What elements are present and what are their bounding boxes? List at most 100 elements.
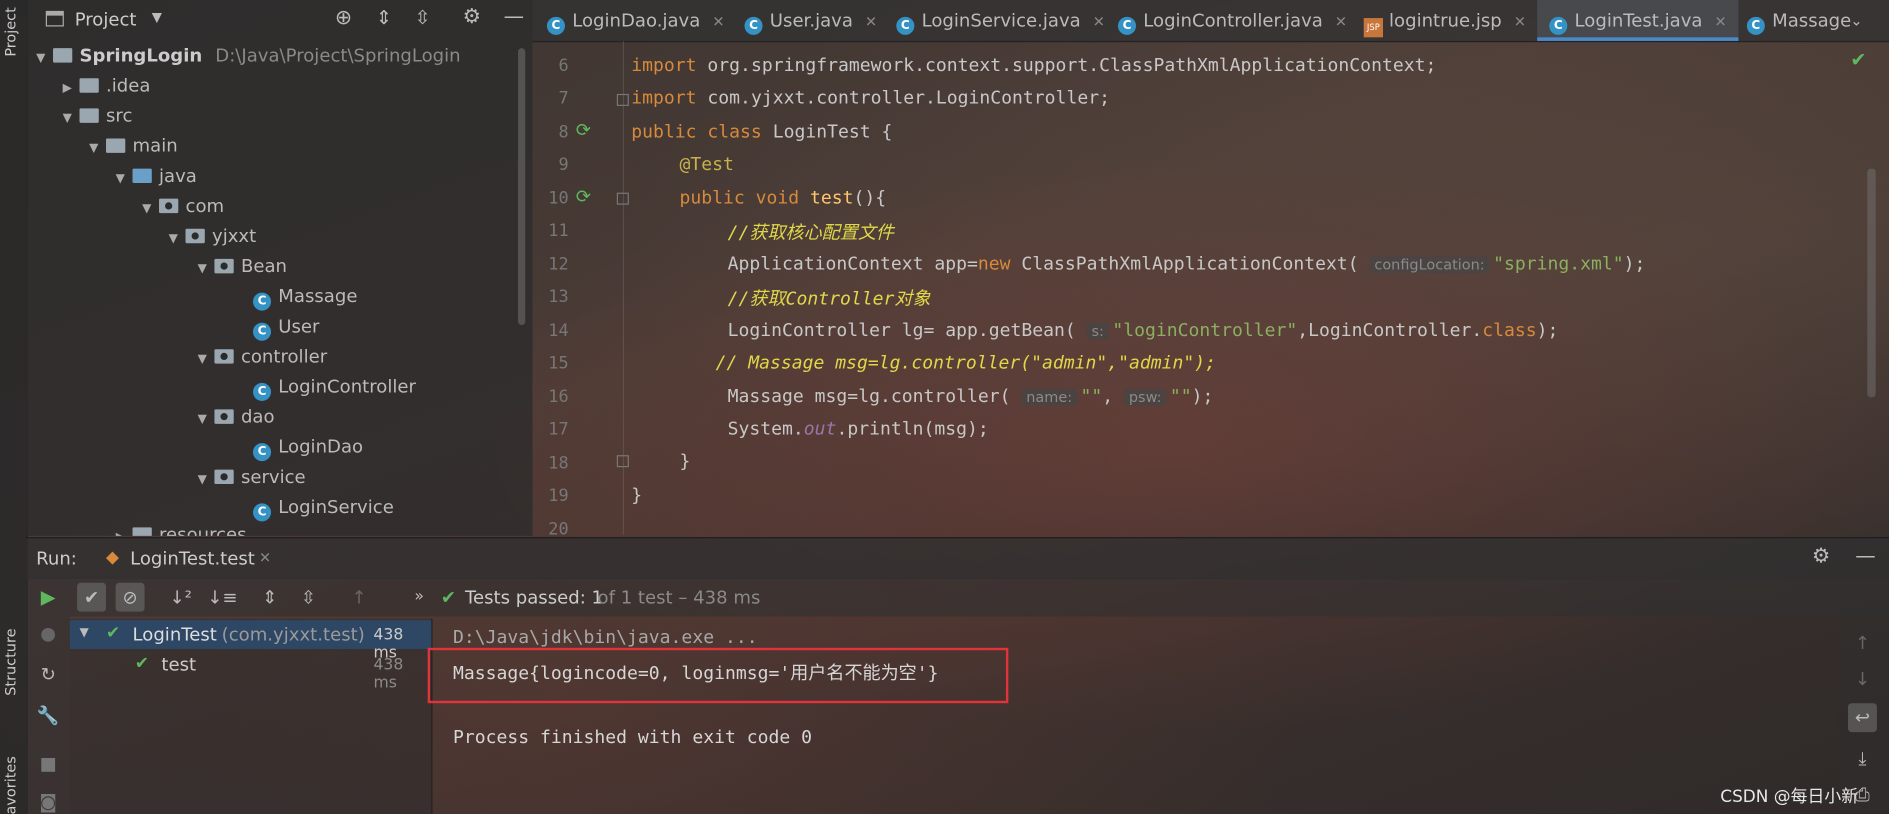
tree-root[interactable]: ▼ SpringLogin D:\Java\Project\SpringLogin	[36, 41, 460, 70]
collapse-all-icon[interactable]: ⇳	[294, 583, 323, 612]
hide-panel-icon[interactable]: —	[504, 5, 524, 29]
code-line-11[interactable]: //获取核心配置文件	[631, 219, 894, 244]
code-line-7[interactable]: import com.yjxxt.controller.LoginControl…	[631, 87, 1110, 109]
test-name: test	[161, 653, 197, 676]
scroll-down-icon[interactable]: ↓	[1848, 665, 1877, 694]
code-line-12[interactable]: ApplicationContext app=new ClassPathXmlA…	[631, 253, 1646, 275]
show-passed-icon[interactable]: ✔	[77, 582, 107, 612]
tree-item-java[interactable]: ▼ java	[116, 161, 197, 190]
code-line-9[interactable]: @Test	[631, 153, 733, 175]
chevron-down-icon[interactable]: ▼	[63, 105, 80, 134]
chevron-down-icon[interactable]: ▼	[198, 346, 215, 375]
tree-item-dao[interactable]: ▼ dao	[198, 402, 275, 431]
scroll-up-icon[interactable]: ↑	[1848, 629, 1877, 658]
chevron-down-icon[interactable]: ▼	[169, 225, 186, 254]
tab-logindao[interactable]: C LoginDao.java ✕	[546, 0, 724, 41]
test-row-logintest[interactable]: ▼ ✔ LoginTest (com.yjxxt.test) 438 ms	[69, 620, 432, 662]
camera-icon[interactable]: ◙	[34, 787, 63, 813]
project-panel-title[interactable]: Project	[75, 8, 137, 30]
code-line-17[interactable]: System.out.println(msg);	[631, 418, 989, 440]
close-icon[interactable]: ✕	[1093, 13, 1105, 30]
chevron-down-icon[interactable]: ▼	[142, 195, 159, 224]
code-line-6[interactable]: import org.springframework.context.suppo…	[631, 54, 1436, 76]
chevron-right-icon[interactable]: ▶	[116, 524, 133, 536]
chevron-down-icon[interactable]: ⌄	[1850, 0, 1862, 41]
run-test-class-icon[interactable]: ⟳	[576, 119, 591, 141]
tree-item-yjxxt[interactable]: ▼ yjxxt	[169, 222, 257, 251]
gear-icon[interactable]: ⚙	[1812, 544, 1830, 568]
sort-alpha-icon[interactable]: ↓²	[166, 583, 195, 612]
tree-item-idea[interactable]: ▶ .idea	[63, 71, 151, 100]
hide-panel-icon[interactable]: —	[1855, 544, 1875, 568]
tab-logintest[interactable]: C LoginTest.java ✕	[1537, 0, 1739, 41]
chevron-down-icon[interactable]: ▼	[36, 45, 53, 74]
code-line-10[interactable]: public void test(){	[631, 187, 886, 209]
inspection-ok-icon[interactable]: ✔	[1850, 48, 1866, 71]
tree-item-service[interactable]: ▼ service	[198, 462, 306, 491]
code-line-14[interactable]: LoginController lg= app.getBean( s: "logi…	[631, 319, 1559, 341]
chevron-down-icon[interactable]: ▼	[89, 135, 106, 164]
code-line-18[interactable]: }	[631, 450, 690, 472]
tab-logincontroller[interactable]: C LoginController.java ✕	[1117, 0, 1347, 41]
tree-item-main[interactable]: ▼ main	[89, 131, 178, 160]
tab-logintrue-jsp[interactable]: JSP logintrue.jsp ✕	[1363, 0, 1526, 41]
code-line-16[interactable]: Massage msg=lg.controller( name: "", psw:…	[631, 385, 1214, 407]
chevron-down-icon[interactable]: ▼	[80, 626, 89, 639]
pin-icon[interactable]: ■	[34, 749, 63, 778]
tree-item-logincontroller[interactable]: C LoginController	[252, 372, 416, 401]
expand-all-icon[interactable]: ⇕	[255, 583, 284, 612]
expand-all-icon[interactable]: ⇕	[376, 6, 392, 29]
rerun-icon[interactable]: ▶	[34, 583, 63, 612]
close-icon[interactable]: ✕	[1335, 13, 1347, 30]
wrench-icon[interactable]: 🔧	[34, 701, 63, 730]
tab-loginservice[interactable]: C LoginService.java ✕	[896, 0, 1105, 41]
tree-item-loginservice[interactable]: C LoginService	[252, 492, 394, 522]
tree-item-massage[interactable]: C Massage	[252, 282, 357, 311]
sort-duration-icon[interactable]: ↓≡	[207, 583, 237, 612]
more-icon[interactable]: »	[405, 583, 434, 612]
code-token: 获取核心配置文件	[749, 221, 894, 244]
chevron-down-icon[interactable]: ▼	[198, 255, 215, 284]
scroll-to-end-icon[interactable]: ⤓	[1848, 744, 1877, 773]
tree-item-controller[interactable]: ▼ controller	[198, 342, 328, 371]
chevron-right-icon[interactable]: ▶	[63, 75, 80, 104]
chevron-down-icon[interactable]: ▼	[198, 466, 215, 495]
close-icon[interactable]: ✕	[865, 13, 877, 30]
previous-failed-icon[interactable]: ↑	[345, 583, 374, 612]
code-line-19[interactable]: }	[631, 484, 642, 506]
gear-icon[interactable]: ⚙	[463, 5, 481, 29]
rerun-failed-icon[interactable]: ↻	[34, 660, 63, 689]
tab-massage[interactable]: C Massage	[1746, 0, 1850, 41]
close-icon[interactable]: ✕	[712, 13, 724, 30]
tree-item-bean[interactable]: ▼ Bean	[198, 252, 287, 281]
tree-item-src[interactable]: ▼ src	[63, 101, 133, 130]
code-line-13[interactable]: //获取Controller对象	[631, 285, 931, 310]
show-ignored-icon[interactable]: ⊘	[115, 582, 145, 612]
close-icon[interactable]: ✕	[259, 549, 271, 566]
tree-item-resources[interactable]: ▶ resources	[116, 520, 247, 536]
locate-icon[interactable]: ⊕	[335, 6, 352, 30]
project-tool-tab[interactable]: Project	[2, 7, 19, 56]
tree-item-com[interactable]: ▼ com	[142, 191, 224, 220]
code-line-15[interactable]: // Massage msg=lg.controller("admin","ad…	[631, 352, 1216, 374]
structure-tool-tab[interactable]: Structure	[2, 629, 19, 696]
favorites-tool-tab[interactable]: Favorites	[2, 756, 19, 814]
project-scrollbar[interactable]	[518, 48, 526, 326]
code-token: }	[631, 484, 643, 506]
run-tab-logintest[interactable]: LoginTest.test	[130, 548, 255, 570]
stop-icon[interactable]: ●	[34, 619, 63, 648]
soft-wrap-icon[interactable]: ↩	[1848, 703, 1877, 733]
run-test-method-icon[interactable]: ⟳	[576, 185, 591, 207]
editor-scrollbar[interactable]	[1867, 168, 1876, 398]
chevron-down-icon[interactable]: ▼	[152, 10, 162, 26]
test-row-test[interactable]: ✔ test 438 ms	[70, 650, 431, 693]
tab-user[interactable]: C User.java ✕	[744, 0, 877, 41]
tree-item-logindao[interactable]: C LoginDao	[252, 432, 363, 462]
chevron-down-icon[interactable]: ▼	[116, 165, 133, 194]
code-line-8[interactable]: public class LoginTest {	[631, 120, 892, 142]
tree-item-user[interactable]: C User	[252, 312, 319, 341]
close-icon[interactable]: ✕	[1514, 13, 1526, 30]
collapse-all-icon[interactable]: ⇳	[414, 6, 430, 29]
close-icon[interactable]: ✕	[1715, 13, 1727, 30]
chevron-down-icon[interactable]: ▼	[198, 406, 215, 435]
